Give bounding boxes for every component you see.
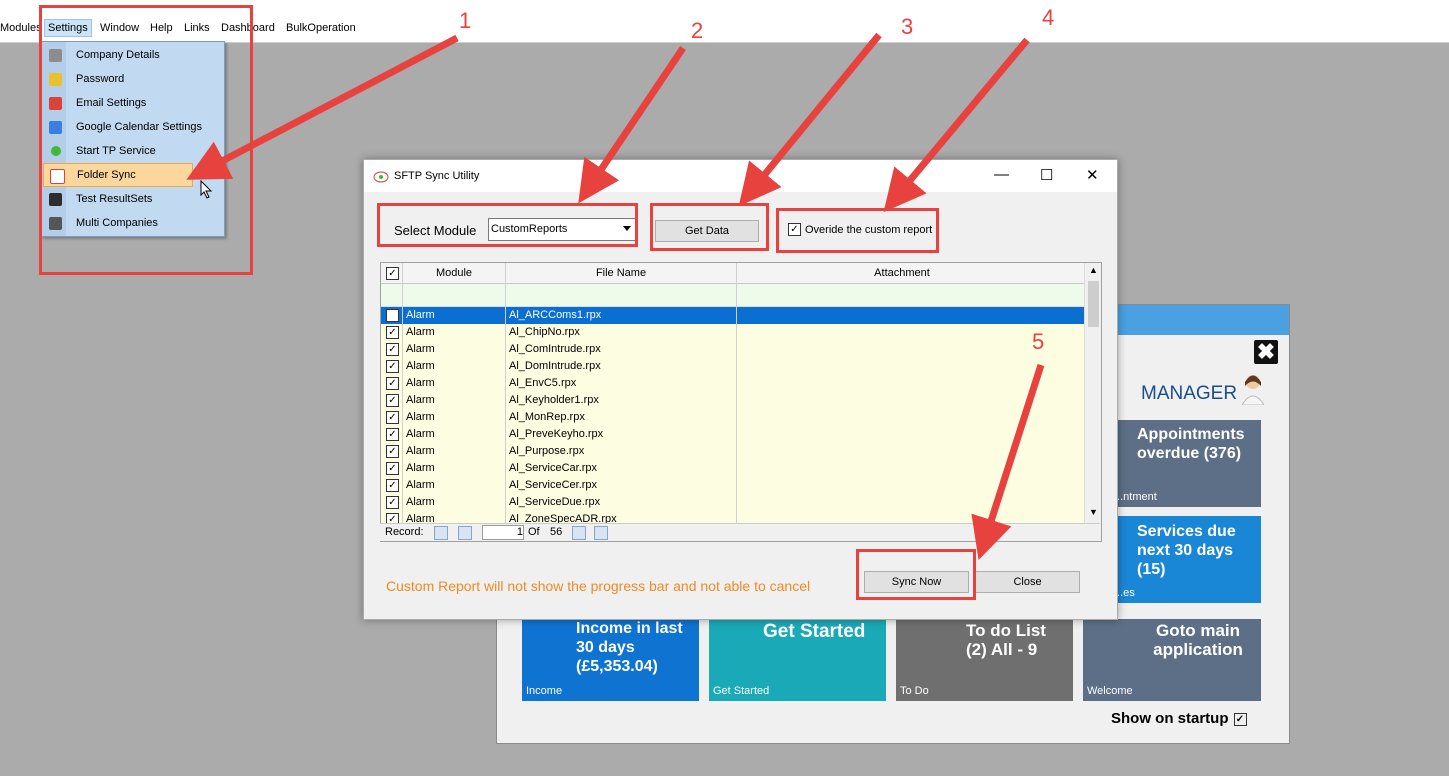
annotation-number-5: 5 <box>1032 329 1045 354</box>
arrow-2 <box>578 46 686 204</box>
annotation-number-1: 1 <box>459 8 472 33</box>
annotation-number-3: 3 <box>901 14 914 39</box>
arrow-5 <box>971 363 1045 561</box>
arrow-1 <box>186 34 459 180</box>
arrow-3 <box>738 32 882 207</box>
annotation-arrows <box>186 32 1045 561</box>
arrow-4 <box>883 37 1030 213</box>
annotation-number-2: 2 <box>691 18 704 43</box>
annotation-number-4: 4 <box>1042 5 1055 30</box>
